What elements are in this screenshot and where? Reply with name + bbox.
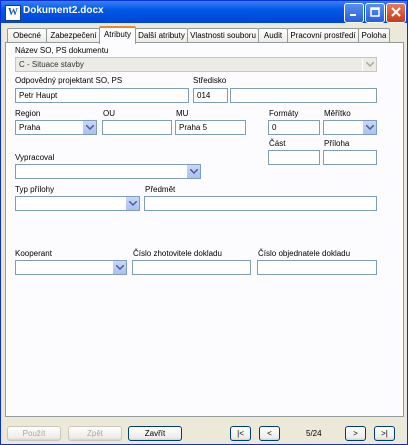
projektant-label: Odpovědný projektant SO, PS xyxy=(15,76,123,85)
formaty-label: Formáty xyxy=(269,109,299,118)
prev-page-button[interactable]: < xyxy=(259,426,280,441)
chevron-down-icon xyxy=(86,125,94,130)
cast-label: Část xyxy=(269,139,286,148)
ou-input[interactable] xyxy=(102,120,172,135)
kooperant-label: Kooperant xyxy=(15,249,52,258)
chevron-down-icon xyxy=(366,125,374,130)
priloha-input[interactable] xyxy=(323,150,377,165)
nazev-dropdown-button xyxy=(362,58,376,71)
minimize-icon xyxy=(350,14,356,16)
document-properties-window: W Dokument2.docx Obecné Zabezpečení Atri… xyxy=(0,0,408,445)
tab-vlastnosti-souboru[interactable]: Vlastnosti souboru xyxy=(187,28,259,42)
meritko-dropdown-button[interactable] xyxy=(362,121,376,134)
zavrit-button[interactable]: Zavřít xyxy=(128,426,182,441)
region-dropdown-button[interactable] xyxy=(82,121,96,134)
typ-prilohy-dropdown-button[interactable] xyxy=(125,197,139,210)
chevron-down-icon xyxy=(190,169,198,174)
tab-atributy[interactable]: Atributy xyxy=(99,26,136,44)
stredisko-code-input[interactable]: 014 xyxy=(193,88,228,103)
nazev-label: Název SO, PS dokumentu xyxy=(15,46,109,55)
maximize-icon xyxy=(370,7,380,17)
cast-input[interactable] xyxy=(268,150,320,165)
region-value: Praha xyxy=(19,123,41,132)
tab-dalsi-atributy[interactable]: Další atributy xyxy=(135,28,188,42)
typ-prilohy-select[interactable] xyxy=(15,196,140,211)
window-title: Dokument2.docx xyxy=(23,5,104,16)
cislo-zhotovitele-label: Číslo zhotovitele dokladu xyxy=(133,249,222,258)
minimize-button[interactable] xyxy=(344,3,364,23)
atributy-panel: Název SO, PS dokumentu C - Situace stavb… xyxy=(5,42,404,417)
tab-pracovni-prostredi[interactable]: Pracovní prostředí xyxy=(287,28,359,42)
page-indicator: 5/24 xyxy=(306,429,322,438)
pouzit-button[interactable]: Použít xyxy=(7,426,61,441)
chevron-down-icon xyxy=(366,62,374,67)
predmet-label: Předmět xyxy=(145,185,176,194)
mu-label: MU xyxy=(176,109,189,118)
vypracoval-select[interactable] xyxy=(15,164,201,179)
zpet-button[interactable]: Zpět xyxy=(68,426,122,441)
stredisko-name-input[interactable] xyxy=(230,88,377,103)
next-page-button[interactable]: > xyxy=(345,426,366,441)
chevron-down-icon xyxy=(116,265,124,270)
region-select[interactable]: Praha xyxy=(15,120,97,135)
mu-input[interactable]: Praha 5 xyxy=(175,120,246,135)
projektant-input[interactable]: Petr Haupt xyxy=(15,88,189,103)
last-page-button[interactable]: >| xyxy=(374,426,395,441)
vypracoval-dropdown-button[interactable] xyxy=(186,165,200,178)
predmet-input[interactable] xyxy=(144,196,377,211)
formaty-input[interactable]: 0 xyxy=(268,120,320,135)
close-button[interactable] xyxy=(386,3,406,23)
tab-zabezpeceni[interactable]: Zabezpečení xyxy=(46,28,101,42)
title-bar[interactable]: W Dokument2.docx xyxy=(1,1,407,23)
kooperant-select[interactable] xyxy=(15,260,127,275)
ou-label: OU xyxy=(103,109,115,118)
word-app-icon: W xyxy=(5,5,21,21)
priloha-label: Příloha xyxy=(324,139,350,148)
first-page-button[interactable]: |< xyxy=(230,426,251,441)
kooperant-dropdown-button[interactable] xyxy=(112,261,126,274)
typ-prilohy-label: Typ přílohy xyxy=(15,185,55,194)
vypracoval-label: Vypracoval xyxy=(15,153,55,162)
meritko-label: Měřítko xyxy=(324,109,351,118)
tab-poloha[interactable]: Poloha xyxy=(358,28,390,42)
tab-audit[interactable]: Audit xyxy=(258,28,288,42)
meritko-select[interactable] xyxy=(323,120,377,135)
cislo-objednatele-input[interactable] xyxy=(257,260,377,275)
cislo-zhotovitele-input[interactable] xyxy=(132,260,251,275)
tab-obecne[interactable]: Obecné xyxy=(7,28,47,42)
nazev-select: C - Situace stavby xyxy=(15,57,377,72)
region-label: Region xyxy=(15,109,41,118)
stredisko-label: Středisko xyxy=(193,76,227,85)
maximize-button[interactable] xyxy=(365,3,385,23)
close-icon xyxy=(391,7,401,17)
nazev-value: C - Situace stavby xyxy=(19,60,84,69)
cislo-objednatele-label: Číslo objednatele dokladu xyxy=(258,249,351,258)
chevron-down-icon xyxy=(129,201,137,206)
